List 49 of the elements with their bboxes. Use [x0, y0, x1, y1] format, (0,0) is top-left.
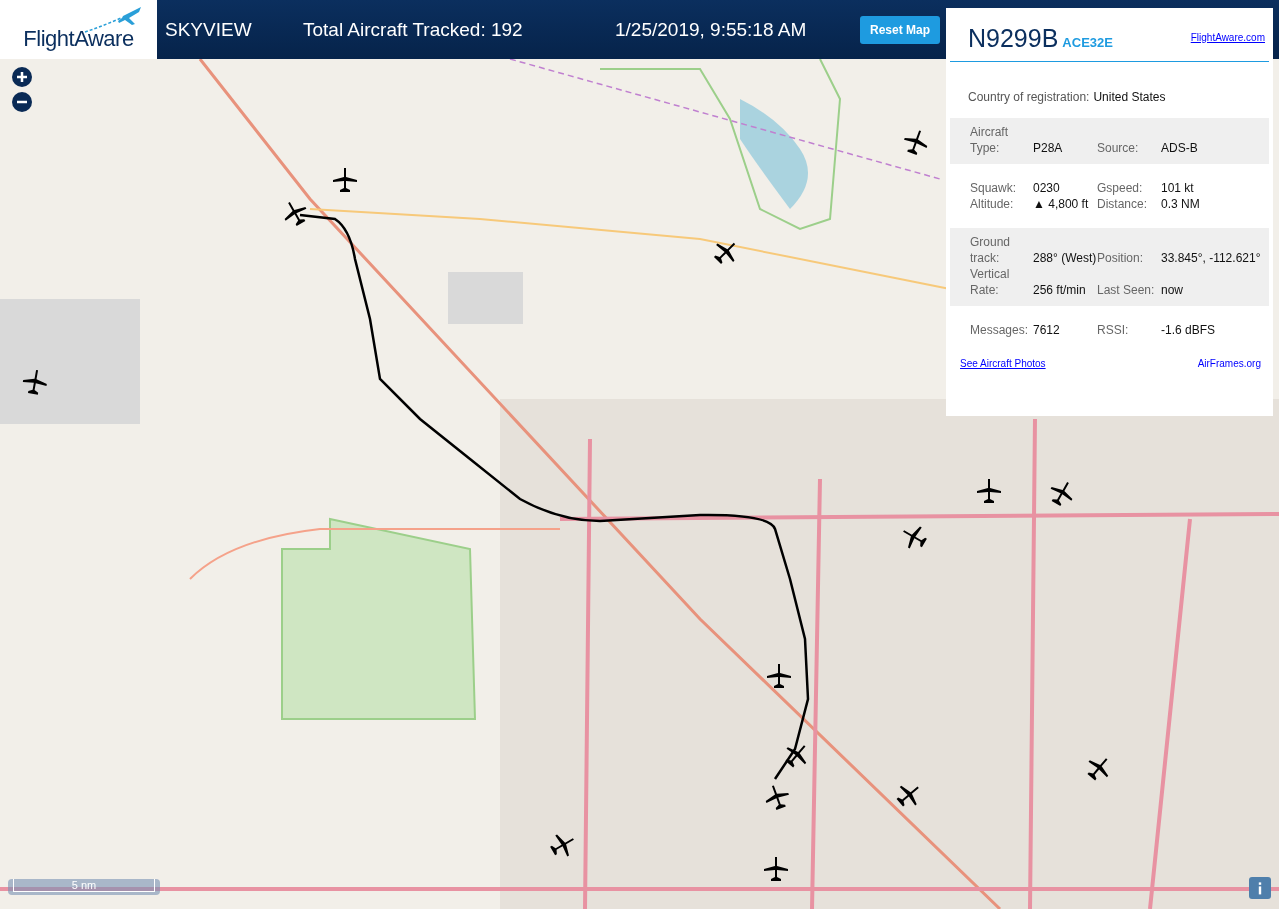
field-label: Source:	[1097, 140, 1140, 156]
aircraft-registration: N9299B	[968, 24, 1059, 53]
field-label: Aircraft Type:	[970, 124, 1009, 156]
airplane-icon[interactable]	[763, 856, 789, 882]
field-label: Distance:	[1097, 196, 1149, 212]
airplane-icon[interactable]	[766, 663, 792, 689]
field-label: Ground track:	[970, 234, 1012, 266]
aircraft-photos-link[interactable]: See Aircraft Photos	[960, 358, 1046, 369]
info-button[interactable]	[1249, 877, 1271, 899]
field-value: 288° (West)	[1033, 250, 1097, 266]
field-label: Gspeed:	[1097, 180, 1144, 196]
field-label: Altitude:	[970, 196, 1015, 212]
field-label: Vertical Rate:	[970, 266, 1011, 298]
airplane-icon[interactable]	[764, 784, 790, 810]
aircraft-count: Total Aircraft Tracked: 192	[303, 18, 524, 41]
field-value: P28A	[1033, 140, 1064, 156]
aircraft-hex-code: ACE32E	[1062, 35, 1113, 50]
airplane-icon[interactable]	[550, 832, 576, 858]
airframes-link[interactable]: AirFrames.org	[1197, 358, 1261, 369]
country-value: United States	[1093, 90, 1166, 104]
app-title: SKYVIEW	[165, 18, 253, 41]
field-value: 0230	[1033, 180, 1061, 196]
field-value: 7612	[1033, 322, 1061, 338]
airplane-icon[interactable]	[901, 524, 927, 550]
map-scale-bar: 5 nm	[8, 879, 160, 895]
airplane-icon[interactable]	[282, 200, 308, 226]
flightaware-link[interactable]: FlightAware.com	[1190, 32, 1265, 43]
airplane-icon[interactable]	[903, 129, 929, 155]
field-value: now	[1161, 282, 1184, 298]
field-value: ADS-B	[1161, 140, 1199, 156]
field-value: -1.6 dBFS	[1161, 322, 1217, 338]
field-label: RSSI:	[1097, 322, 1130, 338]
zoom-in-button[interactable]	[12, 67, 32, 87]
date-time: 1/25/2019, 9:55:18 AM	[615, 18, 808, 41]
field-value: 256 ft/min	[1033, 282, 1087, 298]
country-label: Country of registration:	[968, 90, 1090, 104]
field-value: 33.845°, -112.621°	[1161, 250, 1262, 266]
field-value: ▲ 4,800 ft	[1033, 196, 1090, 212]
airplane-icon[interactable]	[22, 369, 48, 395]
field-value: 101 kt	[1161, 180, 1195, 196]
zoom-out-button[interactable]	[12, 92, 32, 112]
field-value: 0.3 NM	[1161, 196, 1201, 212]
airplane-icon[interactable]	[332, 167, 358, 193]
field-label: Position:	[1097, 250, 1145, 266]
airplane-icon[interactable]	[1049, 480, 1075, 506]
field-label: Last Seen:	[1097, 282, 1156, 298]
field-label: Messages:	[970, 322, 1030, 338]
airplane-icon[interactable]	[976, 478, 1002, 504]
field-label: Squawk:	[970, 180, 1018, 196]
